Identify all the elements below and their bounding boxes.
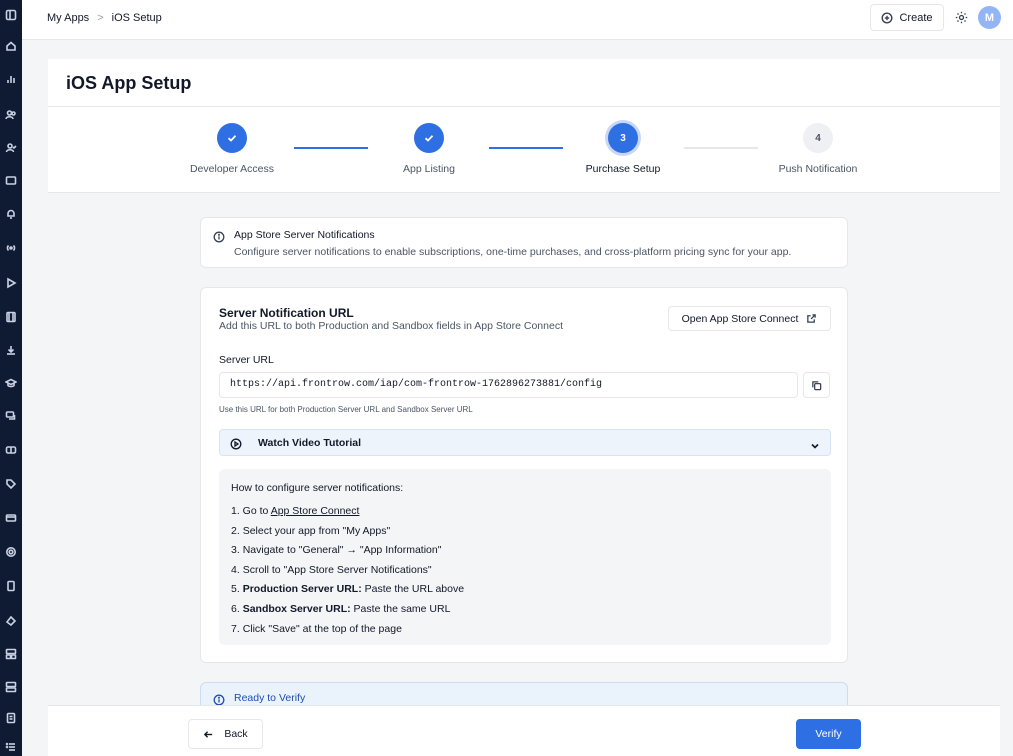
external-link-icon (807, 314, 817, 323)
howto-step: 1. Go to App Store Connect (231, 505, 360, 517)
watch-video-tutorial-accordion[interactable]: Watch Video Tutorial (219, 429, 831, 456)
step-connector (489, 147, 563, 149)
video-tutorial-label: Watch Video Tutorial (258, 437, 362, 449)
theme-toggle-sun-icon[interactable] (955, 11, 968, 24)
mobile-icon[interactable] (5, 580, 17, 592)
howto-steps: 1. Go to App Store Connect 2. Select you… (231, 502, 464, 639)
top-bar: My Apps > iOS Setup Create M (22, 0, 1013, 40)
setup-stepper: Developer Access App Listing 3 Purchase … (48, 107, 1000, 193)
card-subtitle: Add this URL to both Production and Sand… (219, 320, 563, 332)
broadcast-icon[interactable] (5, 242, 17, 254)
verify-button[interactable]: Verify (796, 719, 861, 749)
check-icon (424, 135, 434, 142)
card-icon[interactable] (5, 512, 17, 524)
step-done-circle (414, 123, 444, 153)
ready-to-verify-text: Ready to Verify (234, 692, 306, 704)
users-icon[interactable] (5, 109, 17, 121)
download-icon[interactable] (5, 344, 17, 356)
create-button[interactable]: Create (870, 4, 944, 31)
info-description: Configure server notifications to enable… (234, 246, 792, 258)
document-icon[interactable] (5, 712, 17, 724)
arrow-left-icon (204, 730, 213, 738)
analytics-icon[interactable] (5, 73, 17, 85)
server-url-field[interactable]: https://api.frontrow.com/iap/com-frontro… (219, 372, 798, 398)
avatar[interactable]: M (978, 6, 1001, 29)
back-button-label: Back (224, 728, 248, 740)
step-developer-access[interactable]: Developer Access (162, 123, 302, 175)
breadcrumb-separator: > (97, 12, 104, 24)
step-purchase-setup[interactable]: 3 Purchase Setup (553, 123, 693, 175)
copy-url-button[interactable] (803, 372, 830, 398)
step-current-circle: 3 (608, 123, 638, 153)
home-icon[interactable] (5, 40, 17, 52)
app-store-connect-link[interactable]: App Store Connect (271, 505, 360, 517)
chat-icon[interactable] (5, 410, 17, 422)
step-connector (684, 147, 758, 149)
breadcrumb: My Apps > iOS Setup (47, 12, 162, 24)
howto-step: 4. Scroll to "App Store Server Notificat… (231, 563, 432, 576)
message-icon[interactable] (5, 175, 17, 187)
card-title: Server Notification URL (219, 306, 354, 320)
step-todo-circle: 4 (803, 123, 833, 153)
play-circle-icon (230, 437, 242, 450)
step-label: App Listing (403, 163, 455, 175)
step-label: Developer Access (189, 163, 275, 175)
paint-icon[interactable] (5, 614, 17, 626)
info-title: App Store Server Notifications (234, 229, 375, 241)
howto-instructions: How to configure server notifications: 1… (219, 469, 831, 645)
film-icon[interactable] (5, 311, 17, 323)
step-app-listing[interactable]: App Listing (359, 123, 499, 175)
page-title: iOS App Setup (66, 73, 192, 93)
server-notifications-info: App Store Server Notifications Configure… (200, 217, 848, 268)
tags-icon[interactable] (5, 478, 17, 490)
list-icon[interactable] (5, 741, 17, 753)
step-label: Push Notification (778, 163, 858, 175)
server-url-help: Use this URL for both Production Server … (219, 405, 473, 414)
chevron-down-icon (810, 438, 820, 449)
settings-icon[interactable] (5, 546, 17, 558)
server-url-label: Server URL (219, 354, 274, 366)
copy-icon (812, 380, 822, 390)
breadcrumb-current: iOS Setup (111, 12, 162, 24)
layout-alt-icon[interactable] (5, 681, 17, 693)
create-button-label: Create (899, 11, 933, 24)
howto-step: 6. Sandbox Server URL: Paste the same UR… (231, 602, 451, 615)
step-push-notification[interactable]: 4 Push Notification (748, 123, 888, 175)
info-icon (213, 693, 225, 706)
page-header: iOS App Setup (48, 59, 1000, 107)
play-icon[interactable] (5, 277, 17, 289)
howto-title: How to configure server notifications: (231, 482, 404, 494)
step-connector (294, 147, 368, 149)
howto-step: 5. Production Server URL: Paste the URL … (231, 583, 465, 596)
info-icon (213, 230, 225, 243)
open-app-store-connect-button[interactable]: Open App Store Connect (668, 306, 831, 331)
howto-step: 3. Navigate to "General" → "App Informat… (231, 544, 442, 557)
panel-toggle-icon[interactable] (5, 9, 17, 21)
back-button[interactable]: Back (188, 719, 263, 749)
footer-bar: Back Verify (48, 705, 1000, 756)
plus-circle-icon (881, 11, 893, 24)
check-icon (227, 135, 237, 142)
bell-icon[interactable] (5, 208, 17, 220)
server-notification-card: Server Notification URL Add this URL to … (200, 287, 848, 663)
user-check-icon[interactable] (5, 142, 17, 154)
layout-icon[interactable] (5, 648, 17, 660)
ticket-icon[interactable] (5, 444, 17, 456)
breadcrumb-parent[interactable]: My Apps (47, 12, 89, 24)
step-label: Purchase Setup (585, 163, 661, 175)
graduation-icon[interactable] (5, 377, 17, 389)
howto-step: 7. Click "Save" at the top of the page (231, 622, 402, 635)
left-rail (0, 0, 22, 756)
howto-step: 2. Select your app from "My Apps" (231, 524, 391, 537)
open-button-label: Open App Store Connect (681, 312, 799, 325)
step-done-circle (217, 123, 247, 153)
